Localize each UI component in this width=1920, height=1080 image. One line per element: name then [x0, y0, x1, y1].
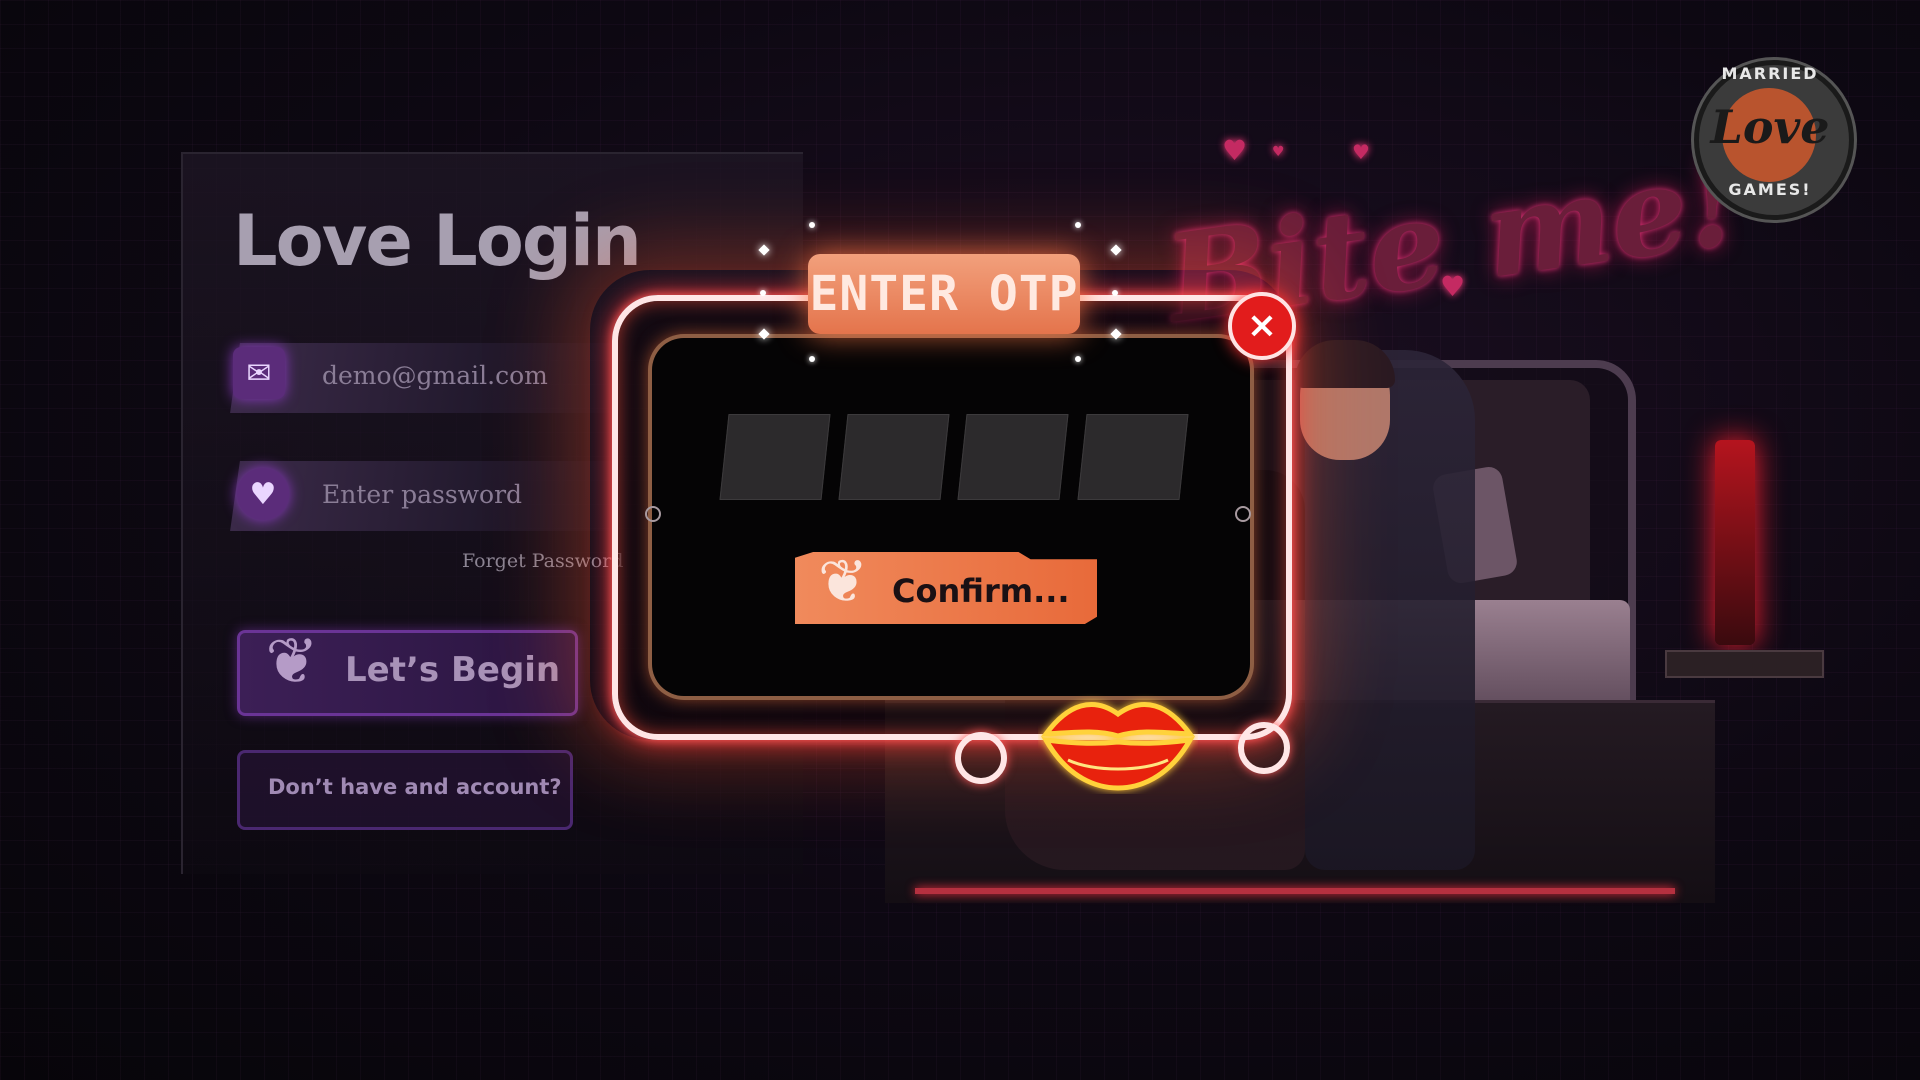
- login-title: Love Login: [233, 200, 642, 282]
- frame-rivet-left: [645, 506, 661, 522]
- frame-rivet-right: [1235, 506, 1251, 522]
- otp-digit-3[interactable]: [957, 414, 1069, 500]
- logo-main-text: Love: [1710, 100, 1830, 154]
- sparkle-icon: [1075, 222, 1081, 228]
- couple-icon: ❦: [817, 547, 869, 617]
- confirm-label[interactable]: Confirm...: [892, 572, 1070, 610]
- heart-icon: ♥: [1222, 134, 1248, 167]
- heart-icon: ♥: [1352, 140, 1370, 164]
- heart-icon: ♥: [1440, 270, 1466, 303]
- otp-digit-1[interactable]: [719, 414, 831, 500]
- sparkle-icon: [1112, 290, 1118, 296]
- sparkle-icon: [760, 290, 766, 296]
- password-input-placeholder[interactable]: Enter password: [322, 480, 522, 509]
- email-input-value[interactable]: demo@gmail.com: [322, 361, 548, 390]
- logo-top-text: MARRIED: [1721, 64, 1819, 83]
- lamp: [1715, 440, 1755, 645]
- frame-curl-right: [1238, 722, 1290, 774]
- sparkle-icon: [1075, 356, 1081, 362]
- envelope-icon: ✉: [233, 347, 285, 399]
- close-button[interactable]: ×: [1228, 292, 1296, 360]
- nightstand: [1665, 650, 1824, 678]
- frame-curl-left: [955, 732, 1007, 784]
- sparkle-icon: [809, 356, 815, 362]
- heart-icon: ♥: [1272, 144, 1285, 160]
- otp-title: ENTER OTP: [809, 266, 1079, 322]
- otp-modal-inner-panel: [648, 334, 1254, 700]
- logo-bottom-text: GAMES!: [1728, 180, 1812, 199]
- lips-icon: [1040, 702, 1196, 791]
- otp-digit-4[interactable]: [1077, 414, 1189, 500]
- sparkle-icon: [809, 222, 815, 228]
- otp-header: ENTER OTP: [808, 254, 1080, 334]
- otp-digit-2[interactable]: [838, 414, 950, 500]
- lock-heart-icon: ♥: [237, 468, 289, 520]
- signup-label[interactable]: Don’t have and account?: [268, 775, 562, 799]
- couple-icon: ❦: [265, 625, 319, 699]
- close-icon: ×: [1246, 305, 1278, 346]
- bed-neon-stripe: [915, 888, 1675, 894]
- lets-begin-label[interactable]: Let’s Begin: [345, 650, 560, 690]
